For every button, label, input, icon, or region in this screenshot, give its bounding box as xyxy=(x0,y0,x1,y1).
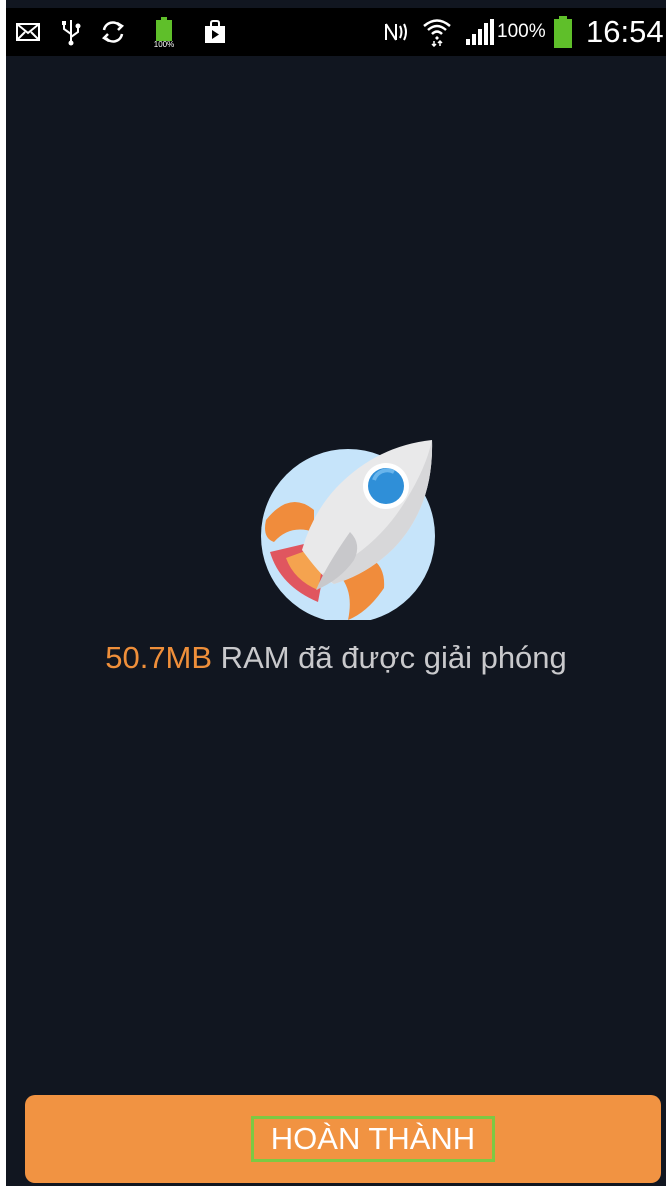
wifi-icon xyxy=(420,8,454,56)
usb-icon xyxy=(58,8,84,56)
left-edge xyxy=(0,0,6,1192)
freed-message-text: RAM đã được giải phóng xyxy=(212,640,567,675)
rocket-icon xyxy=(261,440,435,620)
battery-full-icon: 100% xyxy=(148,8,180,56)
battery-percent: 100% xyxy=(497,21,546,42)
sync-icon xyxy=(98,8,128,56)
status-time: 16:54 xyxy=(586,14,664,49)
bottom-edge xyxy=(0,1186,670,1192)
done-button[interactable]: HOÀN THÀNH xyxy=(25,1095,661,1183)
mini-battery-label: 100% xyxy=(153,40,175,49)
screen: 100% 100% 16:54 50.7MB RAM đã được giải … xyxy=(0,0,670,1192)
right-edge xyxy=(666,0,670,1192)
done-button-label: HOÀN THÀNH xyxy=(251,1116,495,1162)
play-store-icon xyxy=(200,8,230,56)
freed-amount: 50.7MB xyxy=(105,640,213,675)
battery-icon xyxy=(550,8,576,56)
signal-icon xyxy=(462,8,496,56)
mail-icon xyxy=(12,8,44,56)
nfc-icon xyxy=(382,8,412,56)
status-bar: 100% 100% 16:54 xyxy=(6,8,666,56)
result-message: 50.7MB RAM đã được giải phóng xyxy=(6,640,666,676)
